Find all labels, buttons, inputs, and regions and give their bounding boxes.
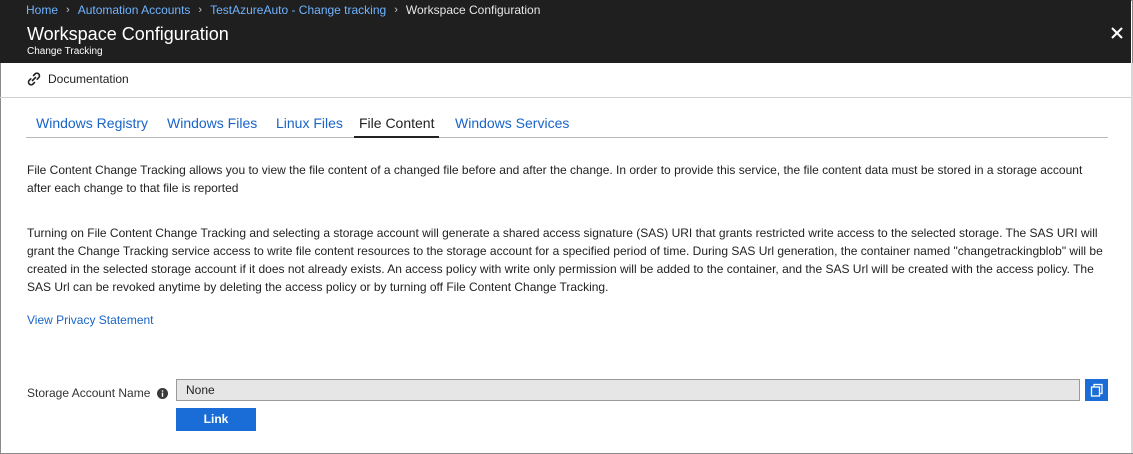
tab-windows-registry[interactable]: Windows Registry	[36, 111, 148, 138]
storage-account-label: Storage Account Name	[27, 386, 151, 400]
tab-file-content[interactable]: File Content	[354, 111, 440, 138]
page-subtitle: Change Tracking	[27, 46, 103, 57]
info-icon[interactable]	[157, 388, 168, 399]
command-bar: Documentation	[0, 63, 1131, 98]
tab-windows-files[interactable]: Windows Files	[167, 111, 257, 138]
documentation-button[interactable]: Documentation	[26, 71, 129, 87]
chevron-right-icon: ›	[66, 3, 70, 16]
privacy-statement-link[interactable]: View Privacy Statement	[27, 311, 154, 329]
breadcrumb-automation-accounts[interactable]: Automation Accounts	[78, 3, 191, 17]
documentation-label: Documentation	[48, 72, 129, 86]
link-button[interactable]: Link	[176, 408, 256, 431]
blade-header: Workspace Configuration Change Tracking	[0, 19, 1131, 63]
description-text: File Content Change Tracking allows you …	[27, 163, 1083, 195]
chevron-right-icon: ›	[394, 3, 398, 16]
storage-account-field[interactable]: None	[176, 379, 1080, 401]
breadcrumb-current: Workspace Configuration	[405, 2, 541, 17]
sas-explanation-text: Turning on File Content Change Tracking …	[27, 226, 1103, 294]
copy-button[interactable]	[1085, 379, 1108, 401]
tab-windows-services[interactable]: Windows Services	[455, 111, 569, 138]
breadcrumb: Home › Automation Accounts › TestAzureAu…	[0, 0, 1131, 19]
close-icon[interactable]	[1109, 25, 1125, 41]
copy-icon	[1090, 383, 1103, 397]
tab-bar: Windows Registry Windows Files Linux Fil…	[26, 111, 1108, 138]
chevron-right-icon: ›	[198, 3, 203, 16]
tab-linux-files[interactable]: Linux Files	[276, 111, 343, 138]
link-icon	[27, 72, 41, 86]
breadcrumb-home[interactable]: Home	[26, 3, 58, 17]
breadcrumb-change-tracking[interactable]: TestAzureAuto - Change tracking	[210, 3, 386, 17]
page-title: Workspace Configuration	[27, 24, 229, 44]
